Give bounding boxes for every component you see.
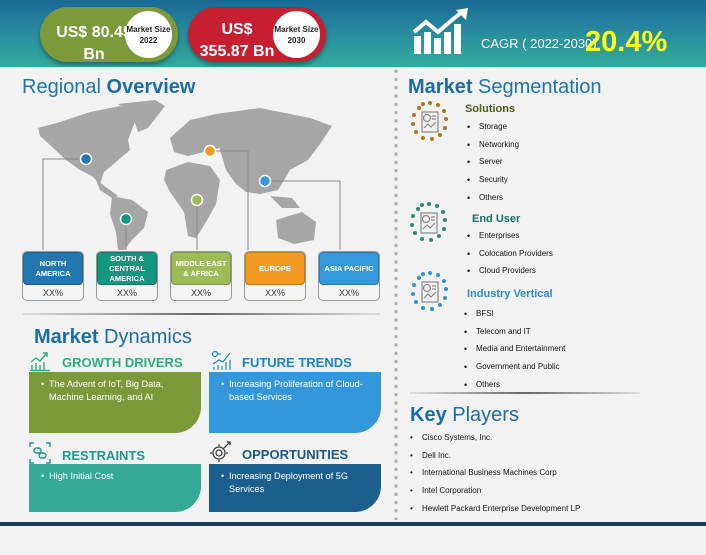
africa-marker xyxy=(190,193,204,207)
region-name: MIDDLE EAST & AFRICA xyxy=(171,252,231,285)
region-card-middle-east-africa: MIDDLE EAST & AFRICA XX% xyxy=(170,251,232,301)
footer-bar xyxy=(0,522,706,526)
restraints-title: RESTRAINTS xyxy=(62,448,145,463)
key-player-item: Cisco Systems, Inc. xyxy=(410,433,580,451)
section-divider xyxy=(410,392,640,394)
segment-item: Others xyxy=(467,193,519,211)
restraint-item: High Initial Cost xyxy=(41,470,193,483)
cagr-value: 20.4% xyxy=(585,26,668,58)
regional-overview-title: Regional Overview xyxy=(22,76,195,99)
market-size-2022-label: Market Size 2022 xyxy=(125,11,172,58)
title-light: Segmentation xyxy=(478,76,602,98)
region-name: NORTH AMERICA xyxy=(23,252,83,285)
region-name: ASIA PACIFIC xyxy=(319,252,379,285)
title-bold: Market xyxy=(408,76,473,98)
market-size-2022-pill: US$ 80.45 Bn Market Size 2022 xyxy=(40,7,178,63)
asia-pacific-marker xyxy=(258,174,272,188)
growth-driver-item: The Advent of IoT, Big Data, Machine Lea… xyxy=(41,378,193,404)
world-map xyxy=(38,100,341,250)
future-trends-icon xyxy=(211,350,231,370)
solutions-report-icon xyxy=(411,101,448,141)
region-share: XX% xyxy=(42,288,63,298)
opportunity-item: Increasing Deployment of 5G Services xyxy=(221,470,373,496)
key-player-item: Intel Corporation xyxy=(410,486,580,504)
opportunities-label: OPPORTUNITIES xyxy=(242,447,349,462)
region-share: XX% xyxy=(264,288,285,298)
key-players-title: Key Players xyxy=(410,404,519,427)
region-name: EUROPE xyxy=(245,252,305,285)
growth-drivers-icon xyxy=(30,352,50,372)
market-size-2030-pill: US$ 355.87 Bn Market Size 2030 xyxy=(188,7,326,62)
segment-item: Server xyxy=(467,157,519,175)
growth-chart-icon xyxy=(412,8,468,54)
title-light: Dynamics xyxy=(104,326,192,348)
segment-title-solutions: Solutions xyxy=(465,103,516,115)
region-card-south-central-america: SOUTH & CENTRAL AMERICA XX% xyxy=(96,251,158,301)
title-light: Players xyxy=(452,404,519,426)
end-user-report-icon xyxy=(410,202,447,242)
title-bold: Key xyxy=(410,404,447,426)
north-america-marker xyxy=(79,152,93,166)
segment-item: Enterprises xyxy=(467,231,553,249)
future-trends-title: FUTURE TRENDS xyxy=(242,355,352,370)
title-bold: Overview xyxy=(106,76,196,98)
segment-item: Networking xyxy=(467,140,519,158)
opportunities-icon xyxy=(210,441,231,462)
key-player-item: International Business Machines Corp xyxy=(410,468,580,486)
header-banner: US$ 80.45 Bn Market Size 2022 US$ 355.87… xyxy=(0,0,706,67)
title-light: Regional xyxy=(22,76,101,98)
segment-item: Others xyxy=(464,380,565,398)
segment-list-industry-vertical: BFSI Telecom and IT Media and Entertainm… xyxy=(464,309,565,397)
future-trends-card: Increasing Proliferation of Cloud-based … xyxy=(209,372,381,433)
future-trend-item: Increasing Proliferation of Cloud-based … xyxy=(221,378,373,404)
growth-drivers-card: The Advent of IoT, Big Data, Machine Lea… xyxy=(29,372,201,433)
segment-item: BFSI xyxy=(464,309,565,327)
section-divider xyxy=(22,313,380,315)
region-card-asia-pacific: ASIA PACIFIC XX% xyxy=(318,251,380,301)
opportunities-title: OPPORTUNITIES xyxy=(242,447,348,462)
key-player-item: Hewlett Packard Enterprise Development L… xyxy=(410,504,580,522)
vertical-dotted-divider xyxy=(394,67,398,520)
segment-item: Cloud Providers xyxy=(467,266,553,284)
growth-drivers-label: GROWTH DRIVERS xyxy=(62,355,183,370)
market-size-2030-label: Market Size 2030 xyxy=(273,11,320,58)
segment-title-end-user: End User xyxy=(472,213,521,225)
market-segmentation-title: Market Segmentation xyxy=(408,76,601,99)
market-size-2030-value: US$ 355.87 Bn xyxy=(199,21,275,60)
market-size-2022-value: US$ 80.45 Bn xyxy=(56,24,132,63)
segment-item: Storage xyxy=(467,122,519,140)
segment-title-industry-vertical: Industry Vertical xyxy=(467,288,553,300)
segment-item: Media and Entertainment xyxy=(464,344,565,362)
segment-list-end-user: Enterprises Colocation Providers Cloud P… xyxy=(467,231,553,284)
region-share: XX% xyxy=(338,288,359,298)
cagr-label: CAGR ( 2022-2030) xyxy=(481,36,597,51)
title-bold: Market xyxy=(34,326,99,348)
restraints-label: RESTRAINTS xyxy=(62,448,146,463)
segment-list-solutions: Storage Networking Server Security Other… xyxy=(467,122,519,210)
region-share: XX% xyxy=(116,288,137,298)
market-dynamics-title: Market Dynamics xyxy=(34,326,192,349)
restraints-card: High Initial Cost xyxy=(29,464,201,512)
segment-item: Colocation Providers xyxy=(467,249,553,267)
region-card-north-america: NORTH AMERICA XX% xyxy=(22,251,84,301)
growth-drivers-title: GROWTH DRIVERS xyxy=(62,355,183,370)
region-card-europe: EUROPE XX% xyxy=(244,251,306,301)
region-name: SOUTH & CENTRAL AMERICA xyxy=(97,252,157,285)
future-trends-label: FUTURE TRENDS xyxy=(242,355,352,370)
south-america-marker xyxy=(119,212,133,226)
region-share: XX% xyxy=(190,288,211,298)
key-player-item: Dell Inc. xyxy=(410,451,580,469)
industry-vertical-report-icon xyxy=(411,271,448,311)
segment-item: Telecom and IT xyxy=(464,327,565,345)
opportunities-card: Increasing Deployment of 5G Services xyxy=(209,464,381,512)
key-players-list: Cisco Systems, Inc. Dell Inc. Internatio… xyxy=(410,433,580,521)
restraints-icon xyxy=(29,442,51,464)
segment-item: Security xyxy=(467,175,519,193)
segment-item: Government and Public xyxy=(464,362,565,380)
europe-marker xyxy=(203,144,217,158)
